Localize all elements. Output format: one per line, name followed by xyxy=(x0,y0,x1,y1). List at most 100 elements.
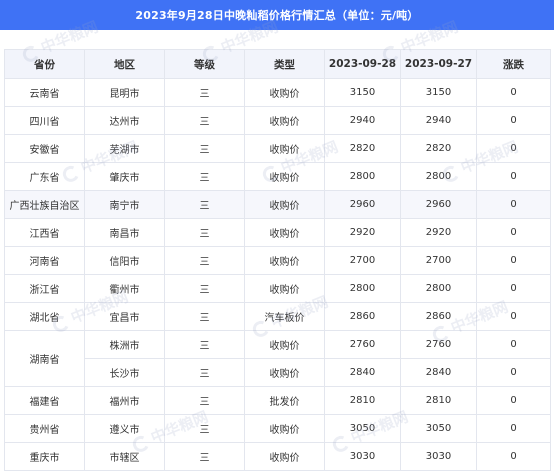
cell-province: 湖南省 xyxy=(4,330,85,387)
cell-price-0928: 2860 xyxy=(324,302,401,331)
cell-grade: 三 xyxy=(164,162,245,191)
cell-price-0928: 2840 xyxy=(324,358,401,387)
table-row: 福建省 福州市 三 批发价 2810 2810 0 xyxy=(4,386,551,415)
cell-region: 南昌市 xyxy=(84,218,165,247)
table-row: 湖北省 宜昌市 三 汽车板价 2860 2860 0 xyxy=(4,302,551,331)
cell-type: 收购价 xyxy=(244,190,325,219)
cell-type: 收购价 xyxy=(244,162,325,191)
cell-type: 收购价 xyxy=(244,134,325,163)
cell-price-0927: 3150 xyxy=(400,78,477,107)
table-row: 江西省 南昌市 三 收购价 2920 2920 0 xyxy=(4,218,551,247)
cell-region: 福州市 xyxy=(84,386,165,415)
cell-change: 0 xyxy=(476,330,551,359)
cell-region: 宜昌市 xyxy=(84,302,165,331)
header-date-0928: 2023-09-28 xyxy=(324,49,401,79)
cell-type: 收购价 xyxy=(244,218,325,247)
table-row: 四川省 达州市 三 收购价 2940 2940 0 xyxy=(4,106,551,135)
cell-price-0928: 3030 xyxy=(324,442,401,471)
table-row: 长沙市 三 收购价 2840 2840 0 xyxy=(5,358,551,387)
cell-type: 收购价 xyxy=(244,414,325,443)
table-row: 贵州省 遵义市 三 收购价 3050 3050 0 xyxy=(4,414,551,443)
header-province: 省份 xyxy=(4,49,85,79)
cell-province: 云南省 xyxy=(4,78,85,107)
table-row: 重庆市 市辖区 三 收购价 3030 3030 0 xyxy=(4,442,551,471)
cell-grade: 三 xyxy=(164,106,245,135)
cell-price-0928: 3050 xyxy=(324,414,401,443)
cell-grade: 三 xyxy=(164,302,245,331)
cell-grade: 三 xyxy=(164,218,245,247)
cell-grade: 三 xyxy=(164,190,245,219)
cell-region: 衢州市 xyxy=(84,274,165,303)
cell-change: 0 xyxy=(476,78,551,107)
table-row: 广西壮族自治区 南宁市 三 收购价 2960 2960 0 xyxy=(4,190,551,219)
cell-price-0927: 2800 xyxy=(400,274,477,303)
cell-change: 0 xyxy=(476,358,551,387)
cell-price-0928: 2760 xyxy=(324,330,401,359)
cell-price-0928: 2810 xyxy=(324,386,401,415)
cell-region: 芜湖市 xyxy=(84,134,165,163)
cell-grade: 三 xyxy=(164,330,245,359)
cell-price-0927: 2840 xyxy=(400,358,477,387)
cell-price-0927: 2960 xyxy=(400,190,477,219)
cell-price-0928: 2920 xyxy=(324,218,401,247)
header-grade: 等级 xyxy=(164,49,245,79)
cell-type: 收购价 xyxy=(244,442,325,471)
cell-region: 信阳市 xyxy=(84,246,165,275)
cell-province: 四川省 xyxy=(4,106,85,135)
cell-type: 批发价 xyxy=(244,386,325,415)
cell-type: 收购价 xyxy=(244,246,325,275)
cell-grade: 三 xyxy=(164,274,245,303)
cell-province: 广西壮族自治区 xyxy=(4,190,85,219)
cell-price-0928: 2940 xyxy=(324,106,401,135)
cell-price-0928: 2800 xyxy=(324,162,401,191)
cell-region: 南宁市 xyxy=(84,190,165,219)
cell-province: 贵州省 xyxy=(4,414,85,443)
cell-type: 收购价 xyxy=(244,358,325,387)
cell-grade: 三 xyxy=(164,386,245,415)
table-row: 河南省 信阳市 三 收购价 2700 2700 0 xyxy=(4,246,551,275)
cell-price-0928: 3150 xyxy=(324,78,401,107)
table-row: 浙江省 衢州市 三 收购价 2800 2800 0 xyxy=(4,274,551,303)
cell-type: 收购价 xyxy=(244,274,325,303)
price-table: 省份 地区 等级 类型 2023-09-28 2023-09-27 涨跌 云南省… xyxy=(4,49,551,471)
cell-price-0928: 2700 xyxy=(324,246,401,275)
cell-province: 福建省 xyxy=(4,386,85,415)
cell-change: 0 xyxy=(476,386,551,415)
header-change: 涨跌 xyxy=(476,49,551,79)
table-row: 湖南省 株洲市 三 收购价 2760 2760 0 xyxy=(4,330,551,387)
cell-type: 收购价 xyxy=(244,78,325,107)
cell-price-0927: 2820 xyxy=(400,134,477,163)
cell-change: 0 xyxy=(476,246,551,275)
cell-price-0927: 2860 xyxy=(400,302,477,331)
cell-province: 江西省 xyxy=(4,218,85,247)
cell-price-0927: 2760 xyxy=(400,330,477,359)
cell-change: 0 xyxy=(476,302,551,331)
table-title: 2023年9月28日中晚籼稻价格行情汇总（单位：元/吨） xyxy=(0,0,554,30)
table-row: 云南省 昆明市 三 收购价 3150 3150 0 xyxy=(4,78,551,107)
cell-region: 株洲市 xyxy=(84,330,165,359)
cell-grade: 三 xyxy=(164,358,245,387)
cell-change: 0 xyxy=(476,106,551,135)
cell-region: 昆明市 xyxy=(84,78,165,107)
cell-region: 肇庆市 xyxy=(84,162,165,191)
cell-price-0928: 2820 xyxy=(324,134,401,163)
cell-grade: 三 xyxy=(164,246,245,275)
cell-change: 0 xyxy=(476,190,551,219)
cell-region: 市辖区 xyxy=(84,442,165,471)
cell-province: 广东省 xyxy=(4,162,85,191)
table-row: 安徽省 芜湖市 三 收购价 2820 2820 0 xyxy=(4,134,551,163)
cell-type: 收购价 xyxy=(244,330,325,359)
cell-change: 0 xyxy=(476,274,551,303)
table-row: 广东省 肇庆市 三 收购价 2800 2800 0 xyxy=(4,162,551,191)
cell-province: 重庆市 xyxy=(4,442,85,471)
cell-grade: 三 xyxy=(164,442,245,471)
cell-price-0927: 3050 xyxy=(400,414,477,443)
cell-province: 河南省 xyxy=(4,246,85,275)
cell-grade: 三 xyxy=(164,78,245,107)
cell-change: 0 xyxy=(476,442,551,471)
cell-region: 遵义市 xyxy=(84,414,165,443)
cell-price-0927: 2700 xyxy=(400,246,477,275)
cell-price-0928: 2800 xyxy=(324,274,401,303)
cell-grade: 三 xyxy=(164,414,245,443)
cell-region: 达州市 xyxy=(84,106,165,135)
